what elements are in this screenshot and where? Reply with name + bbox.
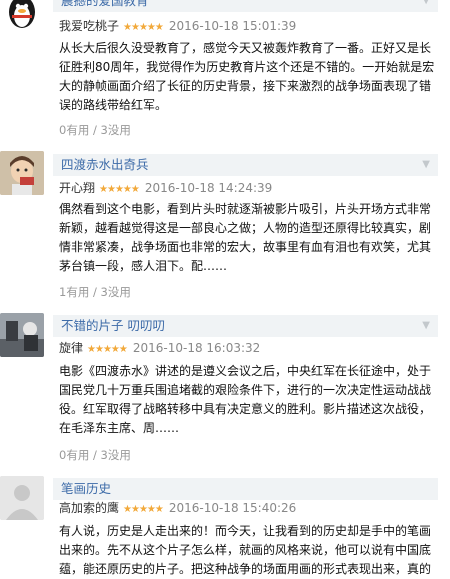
username[interactable]: 旋律 xyxy=(59,341,83,355)
star-rating: ★★★★★ xyxy=(123,504,164,515)
review-title-link[interactable]: 不错的片子 叨叨叨 ▼ xyxy=(53,315,438,337)
review-meta: 旋律 ★★★★★ 2016-10-18 16:03:32 xyxy=(59,340,260,356)
star-rating: ★★★★★ xyxy=(87,344,128,355)
default-user-avatar-icon xyxy=(0,476,44,520)
chevron-down-icon[interactable]: ▼ xyxy=(422,154,430,176)
useless-button[interactable]: 3没用 xyxy=(101,448,131,462)
vote-bar: 0有用 / 3没用 xyxy=(59,448,131,462)
review-content: 有人说，历史是人走出来的！而今天，让我看到的历史却是手中的笔画出来的。先不从这个… xyxy=(59,524,432,576)
useful-button[interactable]: 1有用 xyxy=(59,285,89,299)
chevron-down-icon[interactable]: ▼ xyxy=(422,315,430,337)
review-date: 2016-10-18 15:40:26 xyxy=(168,501,297,515)
user-avatar[interactable] xyxy=(0,151,44,195)
review-title[interactable]: 笔画历史 xyxy=(61,481,111,496)
review-date: 2016-10-18 16:03:32 xyxy=(132,341,261,355)
vote-bar: 1有用 / 3没用 xyxy=(59,285,131,299)
review-title-link[interactable]: 笔画历史 xyxy=(53,478,438,500)
useful-button[interactable]: 0有用 xyxy=(59,448,89,462)
star-rating: ★★★★★ xyxy=(99,184,140,195)
photo-avatar-icon xyxy=(0,313,44,357)
review-card: 笔画历史 高加索的鹰 ★★★★★ 2016-10-18 15:40:26 有人说，历… xyxy=(0,0,450,576)
review-title[interactable]: 不错的片子 叨叨叨 xyxy=(61,318,165,333)
review-meta: 高加索的鹰 ★★★★★ 2016-10-18 15:40:26 xyxy=(59,500,296,516)
useless-button[interactable]: 3没用 xyxy=(101,285,131,299)
user-avatar[interactable] xyxy=(0,313,44,357)
user-avatar[interactable] xyxy=(0,476,44,520)
review-title[interactable]: 四渡赤水出奇兵 xyxy=(61,157,149,172)
username[interactable]: 高加索的鹰 xyxy=(59,501,119,515)
review-content: 电影《四渡赤水》讲述的是遵义会议之后，中央红军在长征途中，处于国民党几十万重兵围… xyxy=(59,364,432,435)
review-meta: 开心翔 ★★★★★ 2016-10-18 14:24:39 xyxy=(59,180,272,196)
review-content: 偶然看到这个电影，看到片头时就逐渐被影片吸引，片头开场方式非常新颖，越看越觉得这… xyxy=(59,202,432,273)
child-photo-avatar-icon xyxy=(0,151,44,195)
username[interactable]: 开心翔 xyxy=(59,181,95,195)
review-date: 2016-10-18 14:24:39 xyxy=(144,181,273,195)
review-title-link[interactable]: 四渡赤水出奇兵 ▼ xyxy=(53,154,438,176)
